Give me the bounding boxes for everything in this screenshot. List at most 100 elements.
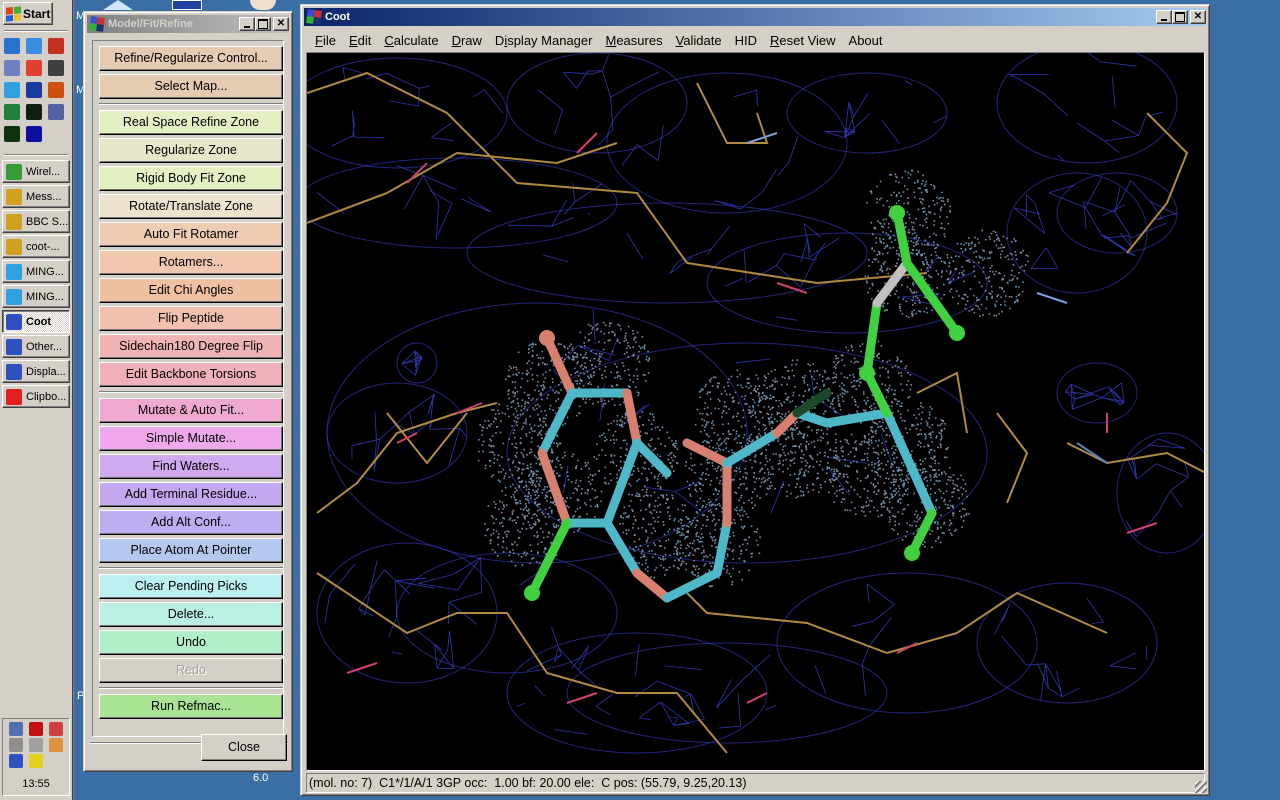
ligand-bond [602,518,642,578]
taskbar-button[interactable]: Clipbo... [2,385,70,408]
rigid-body-fit-zone-button[interactable]: Rigid Body Fit Zone [99,166,283,191]
bond-line [396,432,418,444]
hand-tray-icon[interactable] [49,738,63,752]
ming-app-icon[interactable] [4,82,20,98]
powerpoint-icon[interactable] [48,82,64,98]
rotamers-button[interactable]: Rotamers... [99,250,283,275]
density-mesh-outline [1116,432,1204,554]
menu-file[interactable]: File [315,33,336,48]
edit-chi-angles-button[interactable]: Edit Chi Angles [99,278,283,303]
minimize-button[interactable] [1156,10,1172,24]
auto-fit-rotamer-button[interactable]: Auto Fit Rotamer [99,222,283,247]
delete-button[interactable]: Delete... [99,602,283,627]
menu-about[interactable]: About [849,33,883,48]
find-waters-button[interactable]: Find Waters... [99,454,283,479]
blocked-tray-icon[interactable] [9,738,23,752]
coot-app-icon [89,16,105,32]
close-window-button[interactable]: ✕ [273,17,289,31]
density-mesh-outline [996,53,1178,164]
word-icon[interactable] [26,82,42,98]
clock[interactable]: 13:55 [3,778,69,790]
notepad-window-icon[interactable] [4,60,20,76]
close-window-button[interactable]: ✕ [1190,10,1206,24]
taskbar-button[interactable]: coot-... [2,235,70,258]
card-tray-icon[interactable] [9,754,23,768]
menu-validate[interactable]: Validate [676,33,722,48]
shield-tray-icon[interactable] [29,754,43,768]
menu-hid[interactable]: HID [735,33,757,48]
taskbar-button[interactable]: Other... [2,335,70,358]
select-map-button[interactable]: Select Map... [99,74,283,99]
maximize-button[interactable] [1172,10,1188,24]
taskbar-button[interactable]: Mess... [2,185,70,208]
coot-console-icon [6,238,22,255]
close-button[interactable]: Close [201,734,287,761]
undo-button[interactable]: Undo [99,630,283,655]
resize-grip[interactable] [1195,781,1207,793]
clear-pending-picks-button[interactable]: Clear Pending Picks [99,574,283,599]
density-mesh-outline [307,157,618,249]
taskbar-button-label: Other... [26,340,63,353]
coot-titlebar[interactable]: Coot ✕ [304,8,1206,26]
desktop-icon[interactable] [250,0,276,10]
network-app-icon[interactable] [48,104,64,120]
network-tray-icon[interactable] [9,722,23,736]
edit-backbone-torsions-button[interactable]: Edit Backbone Torsions [99,362,283,387]
density-mesh [1065,382,1125,410]
outlook-express-icon[interactable] [4,38,20,54]
rotate-translate-zone-button[interactable]: Rotate/Translate Zone [99,194,283,219]
flip-peptide-button[interactable]: Flip Peptide [99,306,283,331]
taskbar-button[interactable]: Coot [2,310,70,333]
refine-regularize-control-button[interactable]: Refine/Regularize Control... [99,46,283,71]
regularize-zone-button[interactable]: Regularize Zone [99,138,283,163]
security-tray-icon[interactable] [29,722,43,736]
density-mesh-outline [786,72,948,154]
taskbar-button[interactable]: Displa... [2,360,70,383]
molecular-graphics-viewport[interactable] [306,52,1205,771]
menu-edit[interactable]: Edit [349,33,371,48]
menu-reset-view[interactable]: Reset View [770,33,836,48]
real-space-refine-zone-button[interactable]: Real Space Refine Zone [99,110,283,135]
network-disconnected-icon[interactable] [49,722,63,736]
internet-explorer-icon[interactable] [26,38,42,54]
bird-app-icon[interactable] [48,60,64,76]
minimize-button[interactable] [239,17,255,31]
start-button[interactable]: Start [3,2,53,25]
maximize-button[interactable] [255,17,271,31]
desktop-icon[interactable] [103,0,133,10]
backbone-trace [307,142,618,224]
mutate-auto-fit-button[interactable]: Mutate & Auto Fit... [99,398,283,423]
mouse-tray-icon[interactable] [29,738,43,752]
menu-calculate[interactable]: Calculate [384,33,438,48]
desktop-icon[interactable] [172,0,202,10]
density-map-scene[interactable] [307,53,1205,771]
diamond-app-icon[interactable] [26,126,42,142]
simple-mutate-button[interactable]: Simple Mutate... [99,426,283,451]
atom-sphere [889,205,905,221]
backbone-trace [686,591,1108,655]
taskbar-button[interactable]: BBC S... [2,210,70,233]
menu-measures[interactable]: Measures [605,33,662,48]
model-fit-refine-panel: Refine/Regularize Control... Select Map..… [92,40,284,737]
excel-icon[interactable] [4,104,20,120]
menu-draw[interactable]: Draw [452,33,482,48]
sidechain180-degree-flip-button[interactable]: Sidechain180 Degree Flip [99,334,283,359]
separator [99,391,283,393]
plug-app-icon[interactable] [4,126,20,142]
model-fit-refine-titlebar[interactable]: Model/Fit/Refine ✕ [87,15,289,33]
molecule-app-icon[interactable] [26,104,42,120]
dragon-app-icon[interactable] [48,38,64,54]
taskbar-button-label: Mess... [26,190,62,203]
menu-display-manager[interactable]: Display Manager [495,33,593,48]
run-refmac-button[interactable]: Run Refmac... [99,694,283,719]
place-atom-at-pointer-button[interactable]: Place Atom At Pointer [99,538,283,563]
taskbar-button[interactable]: Wirel... [2,160,70,183]
taskbar-button[interactable]: MING... [2,260,70,283]
no-entry-app-icon[interactable] [26,60,42,76]
taskbar-separator [4,30,68,32]
desktop-icon-label[interactable]: 6.0 [253,772,268,784]
bond-line [776,282,808,294]
add-terminal-residue-button[interactable]: Add Terminal Residue... [99,482,283,507]
taskbar-button[interactable]: MING... [2,285,70,308]
add-alt-conf-button[interactable]: Add Alt Conf... [99,510,283,535]
